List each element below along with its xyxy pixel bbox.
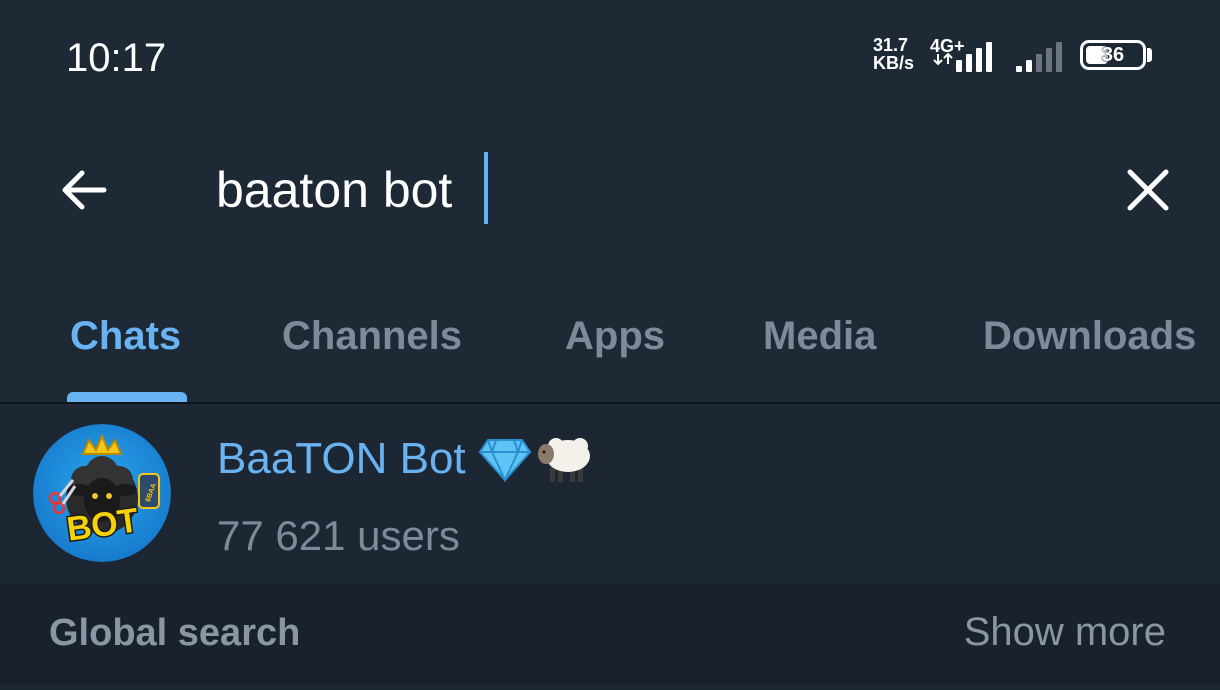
battery-percentage: 36 xyxy=(1101,43,1125,66)
status-time: 10:17 xyxy=(66,36,167,80)
status-bar: 10:17 31.7 KB/s 4G+ 36 xyxy=(0,0,1220,110)
tab-media[interactable]: Media xyxy=(763,314,876,403)
bot-avatar-image: $BAA BOT xyxy=(33,424,171,562)
text-caret xyxy=(484,152,488,224)
signal-strength-sim2-icon xyxy=(1016,42,1062,72)
close-icon xyxy=(1127,169,1169,211)
sheep-icon xyxy=(536,434,594,484)
tab-downloads[interactable]: Downloads xyxy=(983,314,1196,403)
tab-chats[interactable]: Chats xyxy=(70,314,181,403)
show-more-link[interactable]: Show more xyxy=(964,610,1166,655)
back-button[interactable] xyxy=(48,154,120,226)
network-speed-value: 31.7 xyxy=(873,35,909,55)
global-search-header: Global search Show more xyxy=(0,584,1220,684)
arrow-left-icon xyxy=(62,170,107,210)
telegram-search-screen: 10:17 31.7 KB/s 4G+ 36 baaton bot Chats … xyxy=(0,0,1220,690)
result-name: BaaTON Bot xyxy=(217,434,466,483)
network-speed: 31.7 KB/s xyxy=(873,36,914,72)
search-header xyxy=(0,110,1220,290)
gem-icon xyxy=(478,436,532,482)
gem-icon-svg xyxy=(478,439,531,482)
sheep-icon-svg xyxy=(537,438,590,482)
tab-channels[interactable]: Channels xyxy=(282,314,462,403)
tab-apps[interactable]: Apps xyxy=(565,314,665,403)
network-speed-unit: KB/s xyxy=(873,53,915,73)
global-search-title: Global search xyxy=(49,612,301,654)
battery-icon: 36 xyxy=(1080,40,1146,70)
result-title: BaaTON Bot xyxy=(217,434,594,484)
clear-search-button[interactable] xyxy=(1112,154,1184,226)
battery-tip xyxy=(1147,48,1152,62)
signal-strength-icon xyxy=(933,42,992,72)
search-input[interactable] xyxy=(216,150,1076,230)
bottom-divider xyxy=(0,684,1220,690)
search-tabs: Chats Channels Apps Media Downloads xyxy=(0,290,1220,403)
list-item[interactable]: $BAA BOT BaaTON Bot 77 621 users xyxy=(0,404,1220,584)
avatar: $BAA BOT xyxy=(33,424,171,562)
result-subtitle: 77 621 users xyxy=(217,512,460,559)
